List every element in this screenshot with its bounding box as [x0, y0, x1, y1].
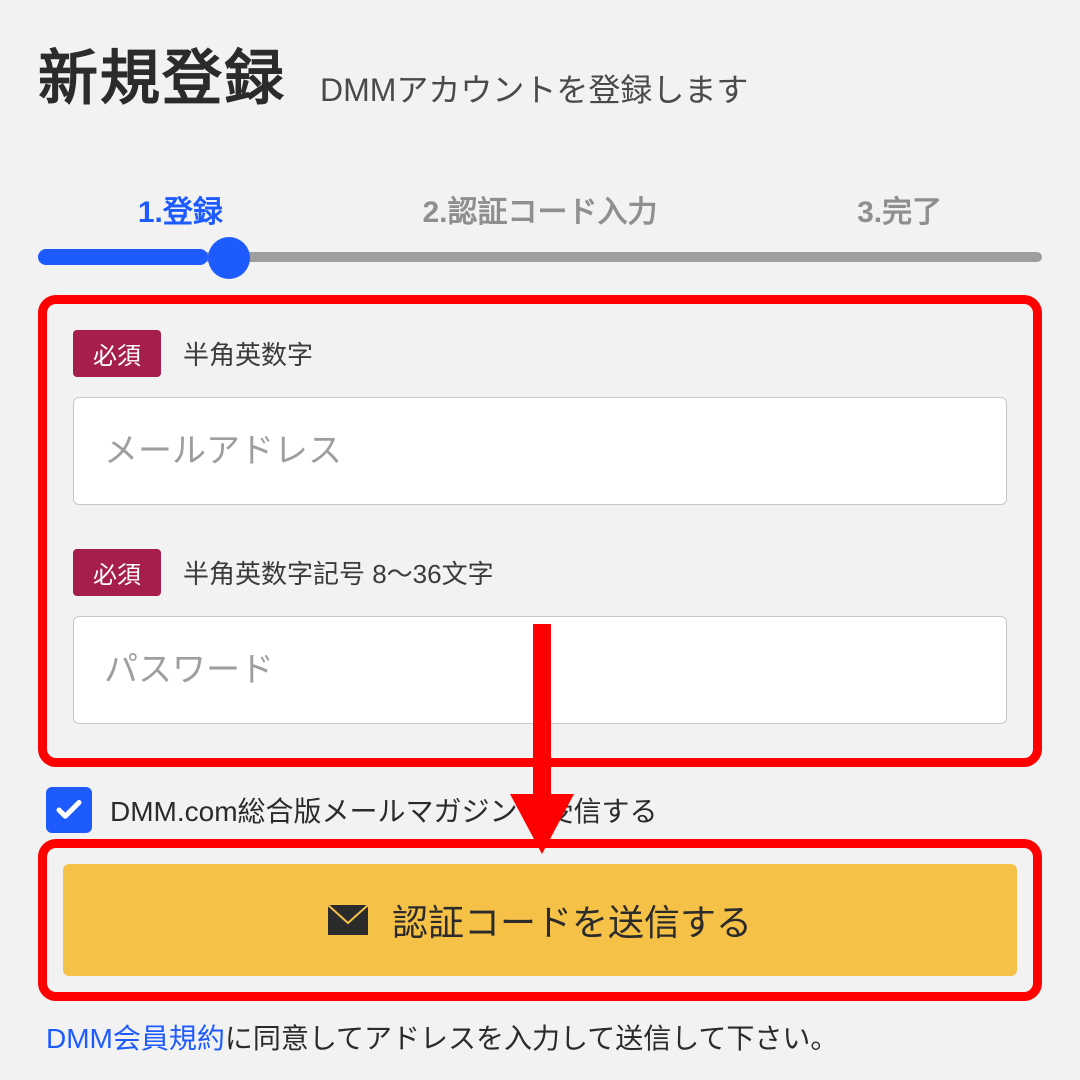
email-field[interactable]: [73, 397, 1007, 505]
required-badge: 必須: [73, 330, 161, 377]
required-badge: 必須: [73, 549, 161, 596]
newsletter-checkbox[interactable]: [46, 787, 92, 833]
step-2: 2.認証コード入力: [422, 187, 657, 231]
send-code-label: 認証コードを送信する: [392, 894, 752, 946]
page-title: 新規登録: [38, 30, 286, 117]
envelope-icon: [328, 905, 368, 935]
terms-tail: に同意してアドレスを入力して送信して下さい。: [225, 1023, 838, 1054]
password-field[interactable]: [73, 616, 1007, 724]
check-icon: [54, 795, 84, 825]
submit-highlight-box: 認証コードを送信する: [38, 839, 1042, 1001]
progress-bar: [38, 249, 1042, 265]
terms-link[interactable]: DMM会員規約: [46, 1023, 225, 1054]
page-subtitle: DMMアカウントを登録します: [320, 65, 748, 117]
step-3: 3.完了: [857, 187, 942, 231]
send-code-button[interactable]: 認証コードを送信する: [63, 864, 1017, 976]
step-1: 1.登録: [138, 187, 223, 231]
terms-text: DMM会員規約に同意してアドレスを入力して送信して下さい。: [46, 1017, 1042, 1057]
email-hint: 半角英数字: [183, 335, 313, 372]
progress-steps: 1.登録 2.認証コード入力 3.完了: [38, 187, 1042, 231]
newsletter-label: DMM.com総合版メールマガジンを受信する: [110, 790, 658, 830]
password-hint: 半角英数字記号 8〜36文字: [183, 554, 494, 591]
form-highlight-box: 必須 半角英数字 必須 半角英数字記号 8〜36文字: [38, 295, 1042, 767]
